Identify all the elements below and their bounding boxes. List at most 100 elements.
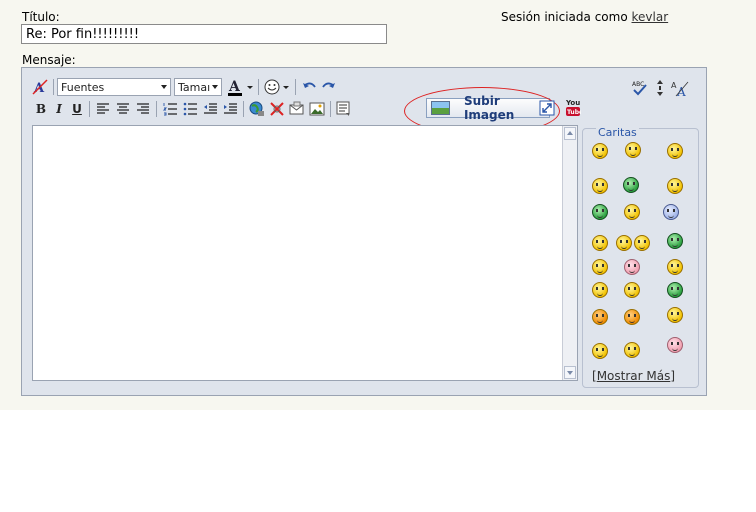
textarea-scrollbar[interactable] bbox=[562, 126, 577, 380]
remove-link-button[interactable] bbox=[267, 99, 287, 119]
chevron-down-icon bbox=[161, 85, 167, 89]
toolbar-row-2: B I U bbox=[32, 99, 354, 119]
insert-email-button[interactable] bbox=[287, 99, 307, 119]
chevron-down-icon bbox=[212, 85, 218, 89]
big-grin-smiley-icon[interactable] bbox=[592, 178, 608, 194]
rich-text-editor: A Fuentes Tamaı A ABC AA B I bbox=[21, 67, 707, 396]
wink-smiley-icon[interactable] bbox=[592, 343, 608, 359]
align-center-button[interactable] bbox=[113, 99, 133, 119]
youtube-icon: You Tube bbox=[565, 99, 581, 116]
sad-smiley-icon[interactable] bbox=[624, 282, 640, 298]
title-label: Título: bbox=[22, 10, 60, 24]
size-select[interactable]: Tamaı bbox=[174, 78, 222, 96]
remove-format-icon: A bbox=[32, 79, 48, 95]
italic-button[interactable]: I bbox=[50, 99, 68, 119]
cool-smiley-icon[interactable] bbox=[592, 235, 608, 251]
alien-smiley-icon[interactable] bbox=[623, 177, 639, 193]
thumbs-up-smiley-icon[interactable] bbox=[663, 204, 679, 220]
size-select-value: Tamaı bbox=[178, 80, 211, 94]
hat-smiley-icon[interactable] bbox=[667, 233, 683, 249]
bold-button[interactable]: B bbox=[32, 99, 50, 119]
toolbar-separator bbox=[53, 79, 54, 95]
undo-button[interactable] bbox=[299, 77, 319, 97]
redo-button[interactable] bbox=[319, 77, 339, 97]
unordered-list-button[interactable] bbox=[180, 99, 200, 119]
svg-text:ABC: ABC bbox=[632, 81, 644, 88]
svg-text:A: A bbox=[228, 79, 241, 95]
sick-smiley-icon[interactable] bbox=[667, 282, 683, 298]
underline-button[interactable]: U bbox=[68, 99, 86, 119]
emoticon-button[interactable] bbox=[262, 77, 292, 97]
confused-smiley-icon[interactable] bbox=[592, 282, 608, 298]
session-user-link[interactable]: kevlar bbox=[632, 10, 669, 24]
show-more: [Mostrar Más] bbox=[592, 369, 675, 383]
quote-icon bbox=[336, 101, 350, 116]
toolbar-row-1-right: ABC AA bbox=[630, 78, 690, 98]
devil-smiley-icon[interactable] bbox=[624, 309, 640, 325]
image-icon bbox=[309, 102, 325, 116]
rolling-eyes-smiley-icon[interactable] bbox=[592, 259, 608, 275]
old-man-smiley-icon[interactable] bbox=[667, 337, 683, 353]
toolbar-separator bbox=[258, 79, 259, 95]
insert-image-button[interactable] bbox=[307, 99, 327, 119]
resize-vertical-icon bbox=[657, 80, 663, 96]
font-select[interactable]: Fuentes bbox=[57, 78, 171, 96]
smiley-icon[interactable] bbox=[592, 143, 608, 159]
youtube-button[interactable]: You Tube bbox=[563, 97, 583, 117]
ordered-list-icon bbox=[163, 103, 177, 116]
session-text: Sesión iniciada como bbox=[501, 10, 628, 24]
expand-icon bbox=[539, 100, 555, 116]
font-color-button[interactable]: A bbox=[225, 77, 255, 97]
maximize-button[interactable] bbox=[537, 98, 557, 118]
svg-text:Tube: Tube bbox=[567, 109, 581, 116]
scroll-down-arrow-icon[interactable] bbox=[564, 366, 576, 379]
smiley-icon[interactable] bbox=[634, 235, 650, 251]
shocked-smiley-icon[interactable] bbox=[667, 259, 683, 275]
upload-image-button[interactable]: Subir Imagen bbox=[426, 94, 550, 122]
scroll-up-arrow-icon[interactable] bbox=[564, 127, 576, 140]
toolbar-separator bbox=[243, 101, 244, 117]
smiley-icon[interactable] bbox=[616, 235, 632, 251]
redo-icon bbox=[322, 82, 335, 88]
dancing-smiley-icon[interactable] bbox=[624, 342, 640, 358]
blush-smiley-icon[interactable] bbox=[624, 259, 640, 275]
align-right-button[interactable] bbox=[133, 99, 153, 119]
smiley-icon bbox=[264, 79, 289, 95]
spellcheck-button[interactable]: ABC bbox=[630, 78, 650, 98]
tongue-smiley-icon[interactable] bbox=[624, 204, 640, 220]
upload-image-icon bbox=[431, 101, 450, 115]
ordered-list-button[interactable] bbox=[160, 99, 180, 119]
indent-icon bbox=[224, 103, 237, 114]
bold-icon: B bbox=[35, 102, 47, 116]
align-left-button[interactable] bbox=[93, 99, 113, 119]
smiley-icon[interactable] bbox=[625, 142, 641, 158]
spellcheck-icon: ABC bbox=[632, 81, 647, 96]
cheering-smiley-icon[interactable] bbox=[667, 307, 683, 323]
laughing-smiley-icon[interactable] bbox=[667, 143, 683, 159]
show-more-link[interactable]: Mostrar Más bbox=[597, 369, 671, 383]
smiley-icon[interactable] bbox=[667, 178, 683, 194]
mail-icon bbox=[289, 101, 304, 115]
globe-link-icon bbox=[249, 101, 264, 116]
insert-link-button[interactable] bbox=[247, 99, 267, 119]
outdent-button[interactable] bbox=[200, 99, 220, 119]
undo-icon bbox=[303, 82, 316, 88]
remove-format-button[interactable]: A bbox=[30, 77, 50, 97]
font-select-value: Fuentes bbox=[61, 80, 105, 94]
align-left-icon bbox=[97, 103, 109, 114]
smileys-panel: Caritas [Mostrar Más] bbox=[582, 126, 699, 388]
svg-text:You: You bbox=[565, 99, 580, 107]
unordered-list-icon bbox=[183, 102, 197, 116]
resize-button[interactable] bbox=[650, 78, 670, 98]
italic-icon: I bbox=[56, 102, 62, 116]
green-grin-smiley-icon[interactable] bbox=[592, 204, 608, 220]
font-size-toggle-button[interactable]: AA bbox=[670, 78, 690, 98]
message-label: Mensaje: bbox=[22, 53, 76, 67]
quote-button[interactable] bbox=[334, 99, 354, 119]
unlink-icon bbox=[270, 102, 284, 116]
indent-button[interactable] bbox=[220, 99, 240, 119]
message-textarea[interactable] bbox=[32, 125, 578, 381]
angry-smiley-icon[interactable] bbox=[592, 309, 608, 325]
title-input[interactable] bbox=[21, 24, 387, 44]
svg-text:A: A bbox=[676, 85, 686, 97]
